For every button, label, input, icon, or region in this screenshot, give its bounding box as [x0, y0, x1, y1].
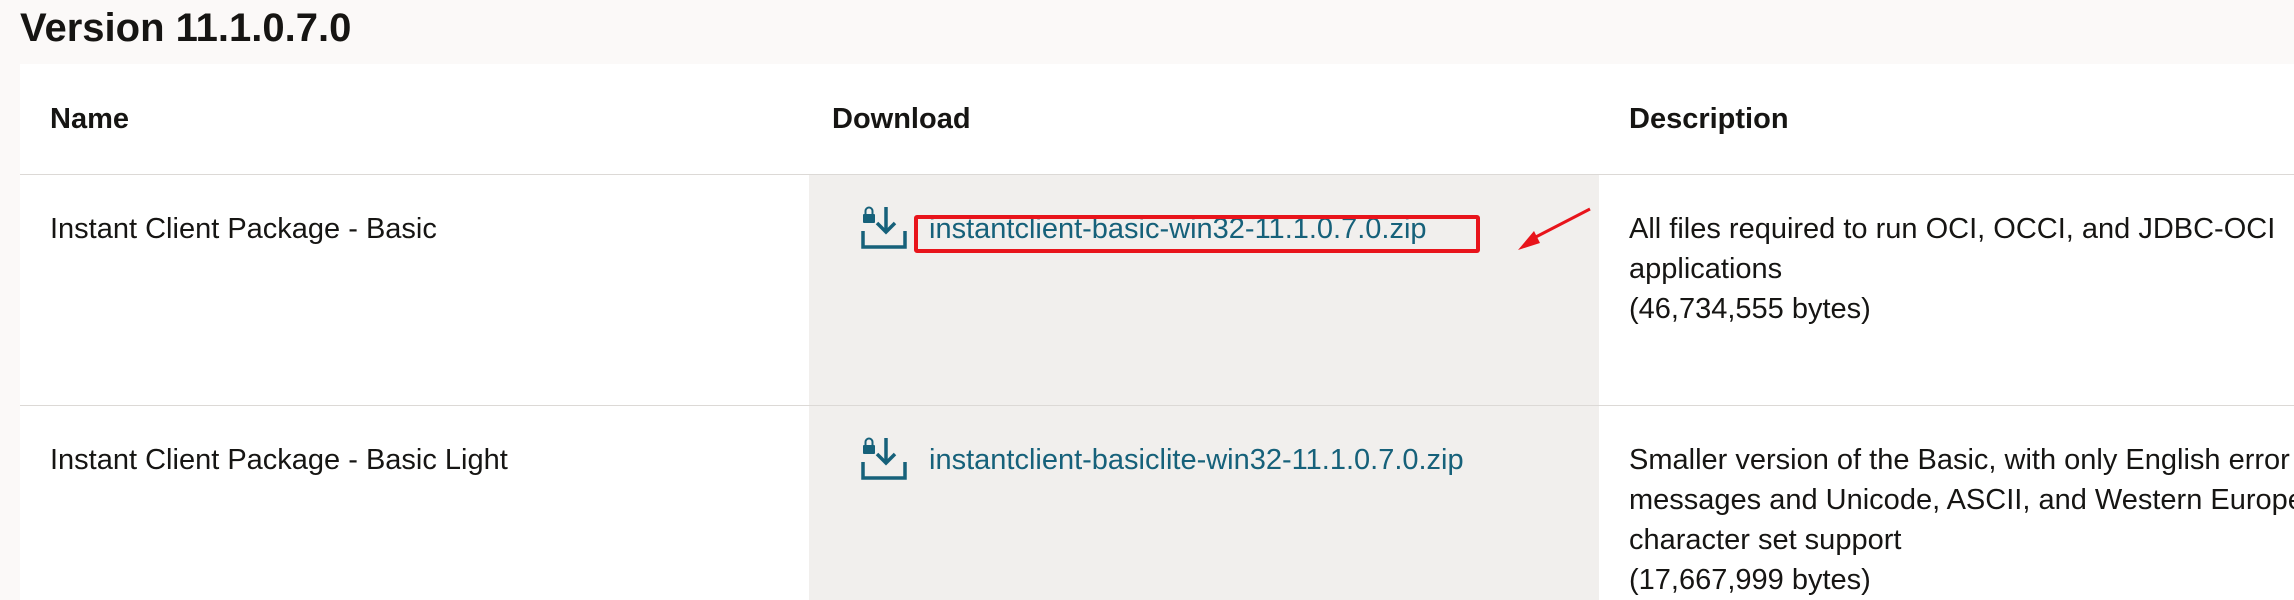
package-name: Instant Client Package - Basic: [50, 213, 437, 245]
download-lock-icon[interactable]: [859, 436, 909, 482]
header-cell-name: Name: [20, 64, 809, 174]
package-description: Smaller version of the Basic, with only …: [1629, 440, 2294, 600]
table-header-row: Name Download Description: [20, 64, 2294, 175]
package-description: All files required to run OCI, OCCI, and…: [1629, 209, 2275, 329]
table-row: Instant Client Package - Basic Light ins…: [20, 406, 2294, 600]
package-name: Instant Client Package - Basic Light: [50, 444, 508, 476]
table-row: Instant Client Package - Basic instantcl…: [20, 175, 2294, 406]
version-title: Version 11.1.0.7.0: [20, 6, 352, 50]
header-download: Download: [832, 103, 971, 135]
file-size: (17,667,999 bytes): [1629, 564, 1871, 596]
download-link-basiclite[interactable]: instantclient-basiclite-win32-11.1.0.7.0…: [929, 442, 1464, 478]
header-cell-download: Download: [809, 64, 1599, 174]
description-line: Smaller version of the Basic, with only …: [1629, 444, 2290, 476]
page: Version 11.1.0.7.0 Name Download Descrip…: [0, 0, 2294, 600]
header-description: Description: [1629, 103, 1789, 135]
row-download-cell: instantclient-basiclite-win32-11.1.0.7.0…: [809, 406, 1599, 600]
description-line: All files required to run OCI, OCCI, and…: [1629, 213, 2276, 245]
header-name: Name: [50, 103, 129, 135]
download-lock-icon[interactable]: [859, 205, 909, 251]
description-line: applications: [1629, 253, 1783, 285]
row-download-cell: instantclient-basic-win32-11.1.0.7.0.zip: [809, 175, 1599, 405]
description-line: character set support: [1629, 524, 1902, 556]
description-line: messages and Unicode, ASCII, and Western…: [1629, 484, 2294, 516]
file-size: (46,734,555 bytes): [1629, 293, 1871, 325]
download-link-basic[interactable]: instantclient-basic-win32-11.1.0.7.0.zip: [929, 211, 1427, 247]
downloads-table: Name Download Description Instant Client…: [20, 64, 2294, 600]
row-description-cell: All files required to run OCI, OCCI, and…: [1599, 175, 2294, 405]
row-name-cell: Instant Client Package - Basic Light: [20, 406, 809, 600]
row-description-cell: Smaller version of the Basic, with only …: [1599, 406, 2294, 600]
row-name-cell: Instant Client Package - Basic: [20, 175, 809, 405]
header-cell-description: Description: [1599, 64, 2294, 174]
